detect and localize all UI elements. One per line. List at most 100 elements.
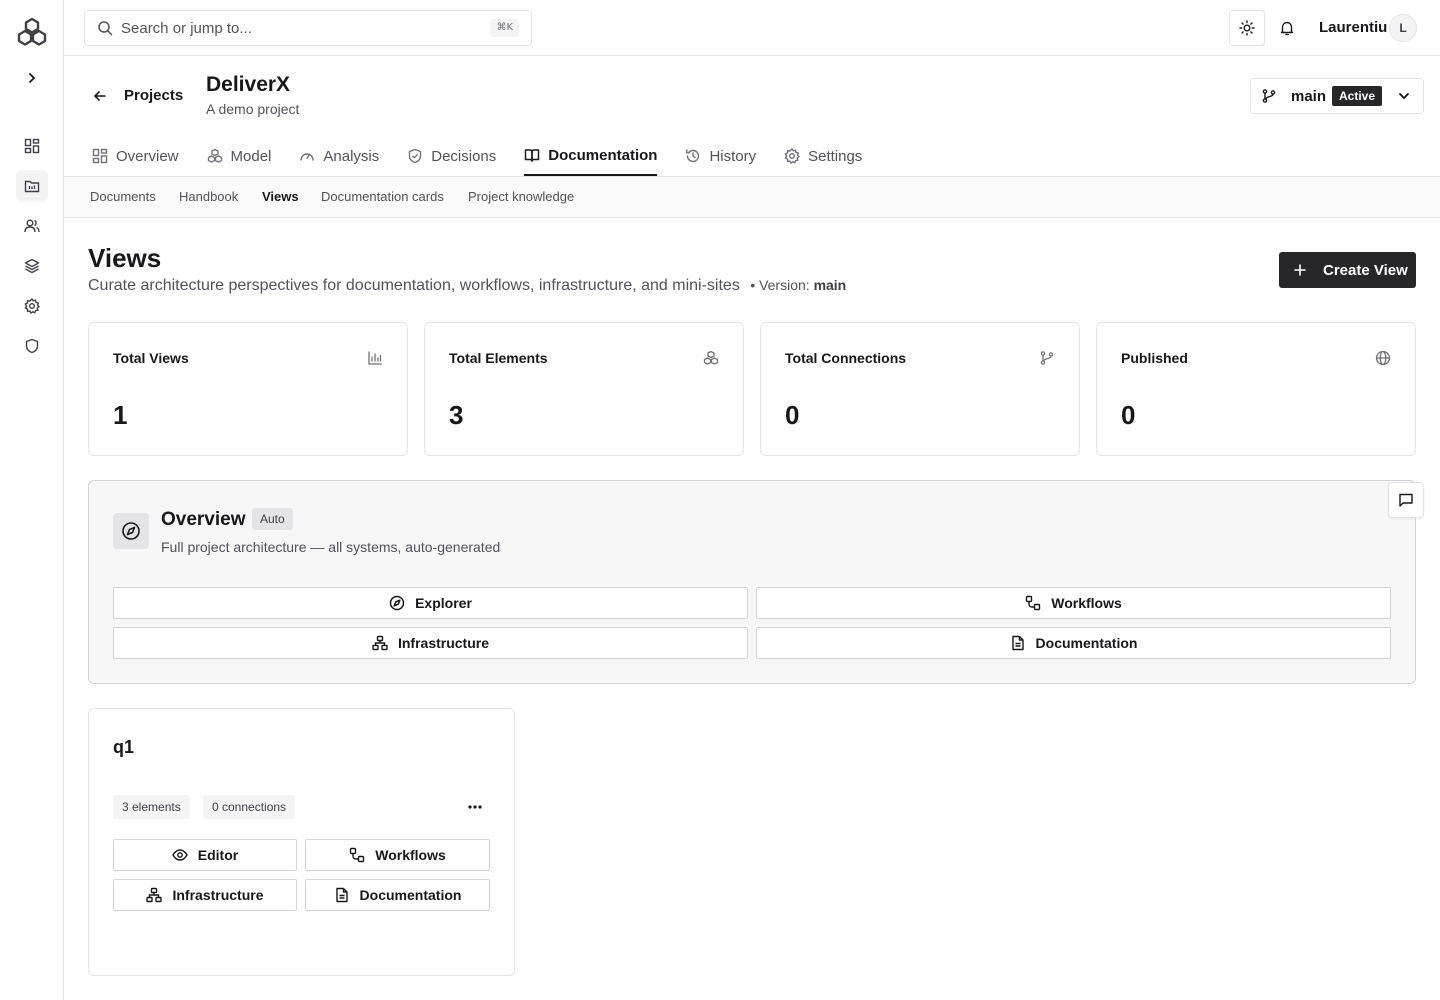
subtab-documents[interactable]: Documents — [90, 189, 156, 204]
tab-decisions[interactable]: Decisions — [407, 136, 496, 176]
version-label: • Version: — [750, 277, 810, 293]
shield-check-icon — [407, 148, 423, 164]
stat-value: 0 — [1121, 400, 1136, 430]
view-card-q1[interactable]: q1 3 elements 0 connections Editor Workf… — [88, 708, 515, 976]
documentation-label: Documentation — [359, 887, 462, 903]
git-branch-icon — [1261, 87, 1279, 105]
editor-button[interactable]: Editor — [113, 839, 297, 871]
more-horizontal-icon[interactable] — [463, 799, 487, 815]
nav-shield-icon[interactable] — [16, 330, 48, 362]
workflow-icon — [1025, 595, 1041, 611]
tab-label: Analysis — [323, 147, 380, 165]
stat-card-total-connections: Total Connections 0 — [760, 322, 1080, 456]
elements-count-badge: 3 elements — [113, 795, 190, 819]
tab-overview[interactable]: Overview — [92, 136, 179, 176]
explorer-label: Explorer — [415, 595, 472, 611]
stat-label: Total Views — [113, 350, 189, 366]
git-branch-icon — [1039, 350, 1055, 366]
tab-analysis[interactable]: Analysis — [299, 136, 379, 176]
user-name[interactable]: Laurentiu — [1319, 19, 1387, 36]
view-title: q1 — [113, 737, 135, 757]
connections-count-badge: 0 connections — [203, 795, 296, 819]
chevron-right-icon[interactable] — [22, 68, 42, 88]
subtab-views[interactable]: Views — [262, 189, 299, 204]
tab-history[interactable]: History — [685, 136, 756, 176]
tab-label: Documentation — [548, 146, 658, 164]
nav-layers-icon[interactable] — [16, 250, 48, 282]
sun-icon — [1239, 20, 1255, 36]
workflow-icon — [349, 847, 365, 863]
tab-documentation[interactable]: Documentation — [524, 136, 658, 176]
subtab-project-knowledge[interactable]: Project knowledge — [468, 189, 574, 204]
gear-icon — [784, 148, 801, 164]
compass-icon — [113, 513, 149, 549]
project-title: DeliverX — [206, 73, 291, 96]
search-placeholder: Search or jump to... — [121, 19, 252, 37]
explorer-button[interactable]: Explorer — [113, 587, 748, 619]
page-description-text: Curate architecture perspectives for doc… — [88, 277, 740, 294]
infrastructure-button[interactable]: Infrastructure — [113, 879, 297, 911]
create-view-button[interactable]: Create View — [1279, 252, 1416, 288]
infrastructure-label: Infrastructure — [172, 887, 264, 903]
create-view-label: Create View — [1323, 261, 1408, 279]
book-open-icon — [524, 147, 540, 163]
file-text-icon — [1010, 635, 1026, 651]
gauge-icon — [299, 148, 315, 164]
search-icon — [97, 20, 113, 36]
page-title: Views — [88, 243, 162, 273]
branch-selector[interactable]: main Active — [1250, 78, 1424, 114]
compass-icon — [389, 595, 405, 611]
stat-card-total-views: Total Views 1 — [88, 322, 408, 456]
workflows-label: Workflows — [375, 847, 446, 863]
comment-button[interactable] — [1388, 482, 1424, 518]
documentation-button[interactable]: Documentation — [756, 627, 1391, 659]
dashboard-icon — [92, 148, 108, 164]
tab-model[interactable]: Model — [207, 136, 271, 176]
search-input[interactable]: Search or jump to... ⌘K — [84, 10, 532, 46]
bar-chart-icon — [367, 350, 383, 366]
theme-toggle-button[interactable] — [1229, 10, 1265, 46]
bell-icon — [1279, 20, 1295, 36]
nav-projects-icon[interactable] — [16, 170, 48, 202]
workflows-label: Workflows — [1051, 595, 1122, 611]
workflows-button[interactable]: Workflows — [756, 587, 1391, 619]
tab-settings[interactable]: Settings — [784, 136, 862, 176]
boxes-icon — [703, 350, 719, 366]
notifications-button[interactable] — [1269, 10, 1305, 46]
nav-settings-icon[interactable] — [16, 290, 48, 322]
eye-icon — [171, 847, 188, 863]
nav-dashboard-icon[interactable] — [16, 130, 48, 162]
file-text-icon — [334, 887, 350, 903]
page-description: Curate architecture perspectives for doc… — [88, 277, 846, 295]
breadcrumb-projects[interactable]: Projects — [124, 87, 183, 104]
infrastructure-button[interactable]: Infrastructure — [113, 627, 748, 659]
avatar[interactable]: L — [1389, 14, 1417, 42]
tab-label: Decisions — [431, 147, 497, 165]
workflows-button[interactable]: Workflows — [305, 839, 490, 871]
version-value: main — [813, 277, 847, 293]
subtab-handbook[interactable]: Handbook — [179, 189, 238, 204]
overview-view-card: Overview Auto Full project architecture … — [88, 480, 1416, 684]
project-subtitle: A demo project — [206, 101, 300, 117]
nav-users-icon[interactable] — [16, 210, 48, 242]
documentation-button[interactable]: Documentation — [305, 879, 490, 911]
app-logo-icon[interactable] — [16, 16, 48, 48]
tab-label: Settings — [808, 147, 863, 165]
left-rail — [0, 0, 64, 1000]
main-tabs: Overview Model Analysis Decisions Docume… — [92, 136, 890, 177]
plus-icon — [1293, 263, 1307, 277]
branch-status-badge: Active — [1332, 86, 1383, 106]
subtab-documentation-cards[interactable]: Documentation cards — [321, 189, 444, 204]
stat-card-total-elements: Total Elements 3 — [424, 322, 744, 456]
branch-name: main — [1291, 87, 1327, 105]
stat-value: 0 — [785, 400, 800, 430]
globe-icon — [1375, 350, 1391, 366]
stat-label: Published — [1121, 350, 1188, 366]
stat-label: Total Elements — [449, 350, 548, 366]
back-arrow-icon[interactable] — [90, 86, 110, 106]
documentation-label: Documentation — [1035, 635, 1138, 651]
editor-label: Editor — [197, 847, 239, 863]
stat-value: 1 — [113, 400, 128, 430]
version-info: • Version: main — [750, 277, 846, 293]
message-square-icon — [1398, 492, 1414, 508]
